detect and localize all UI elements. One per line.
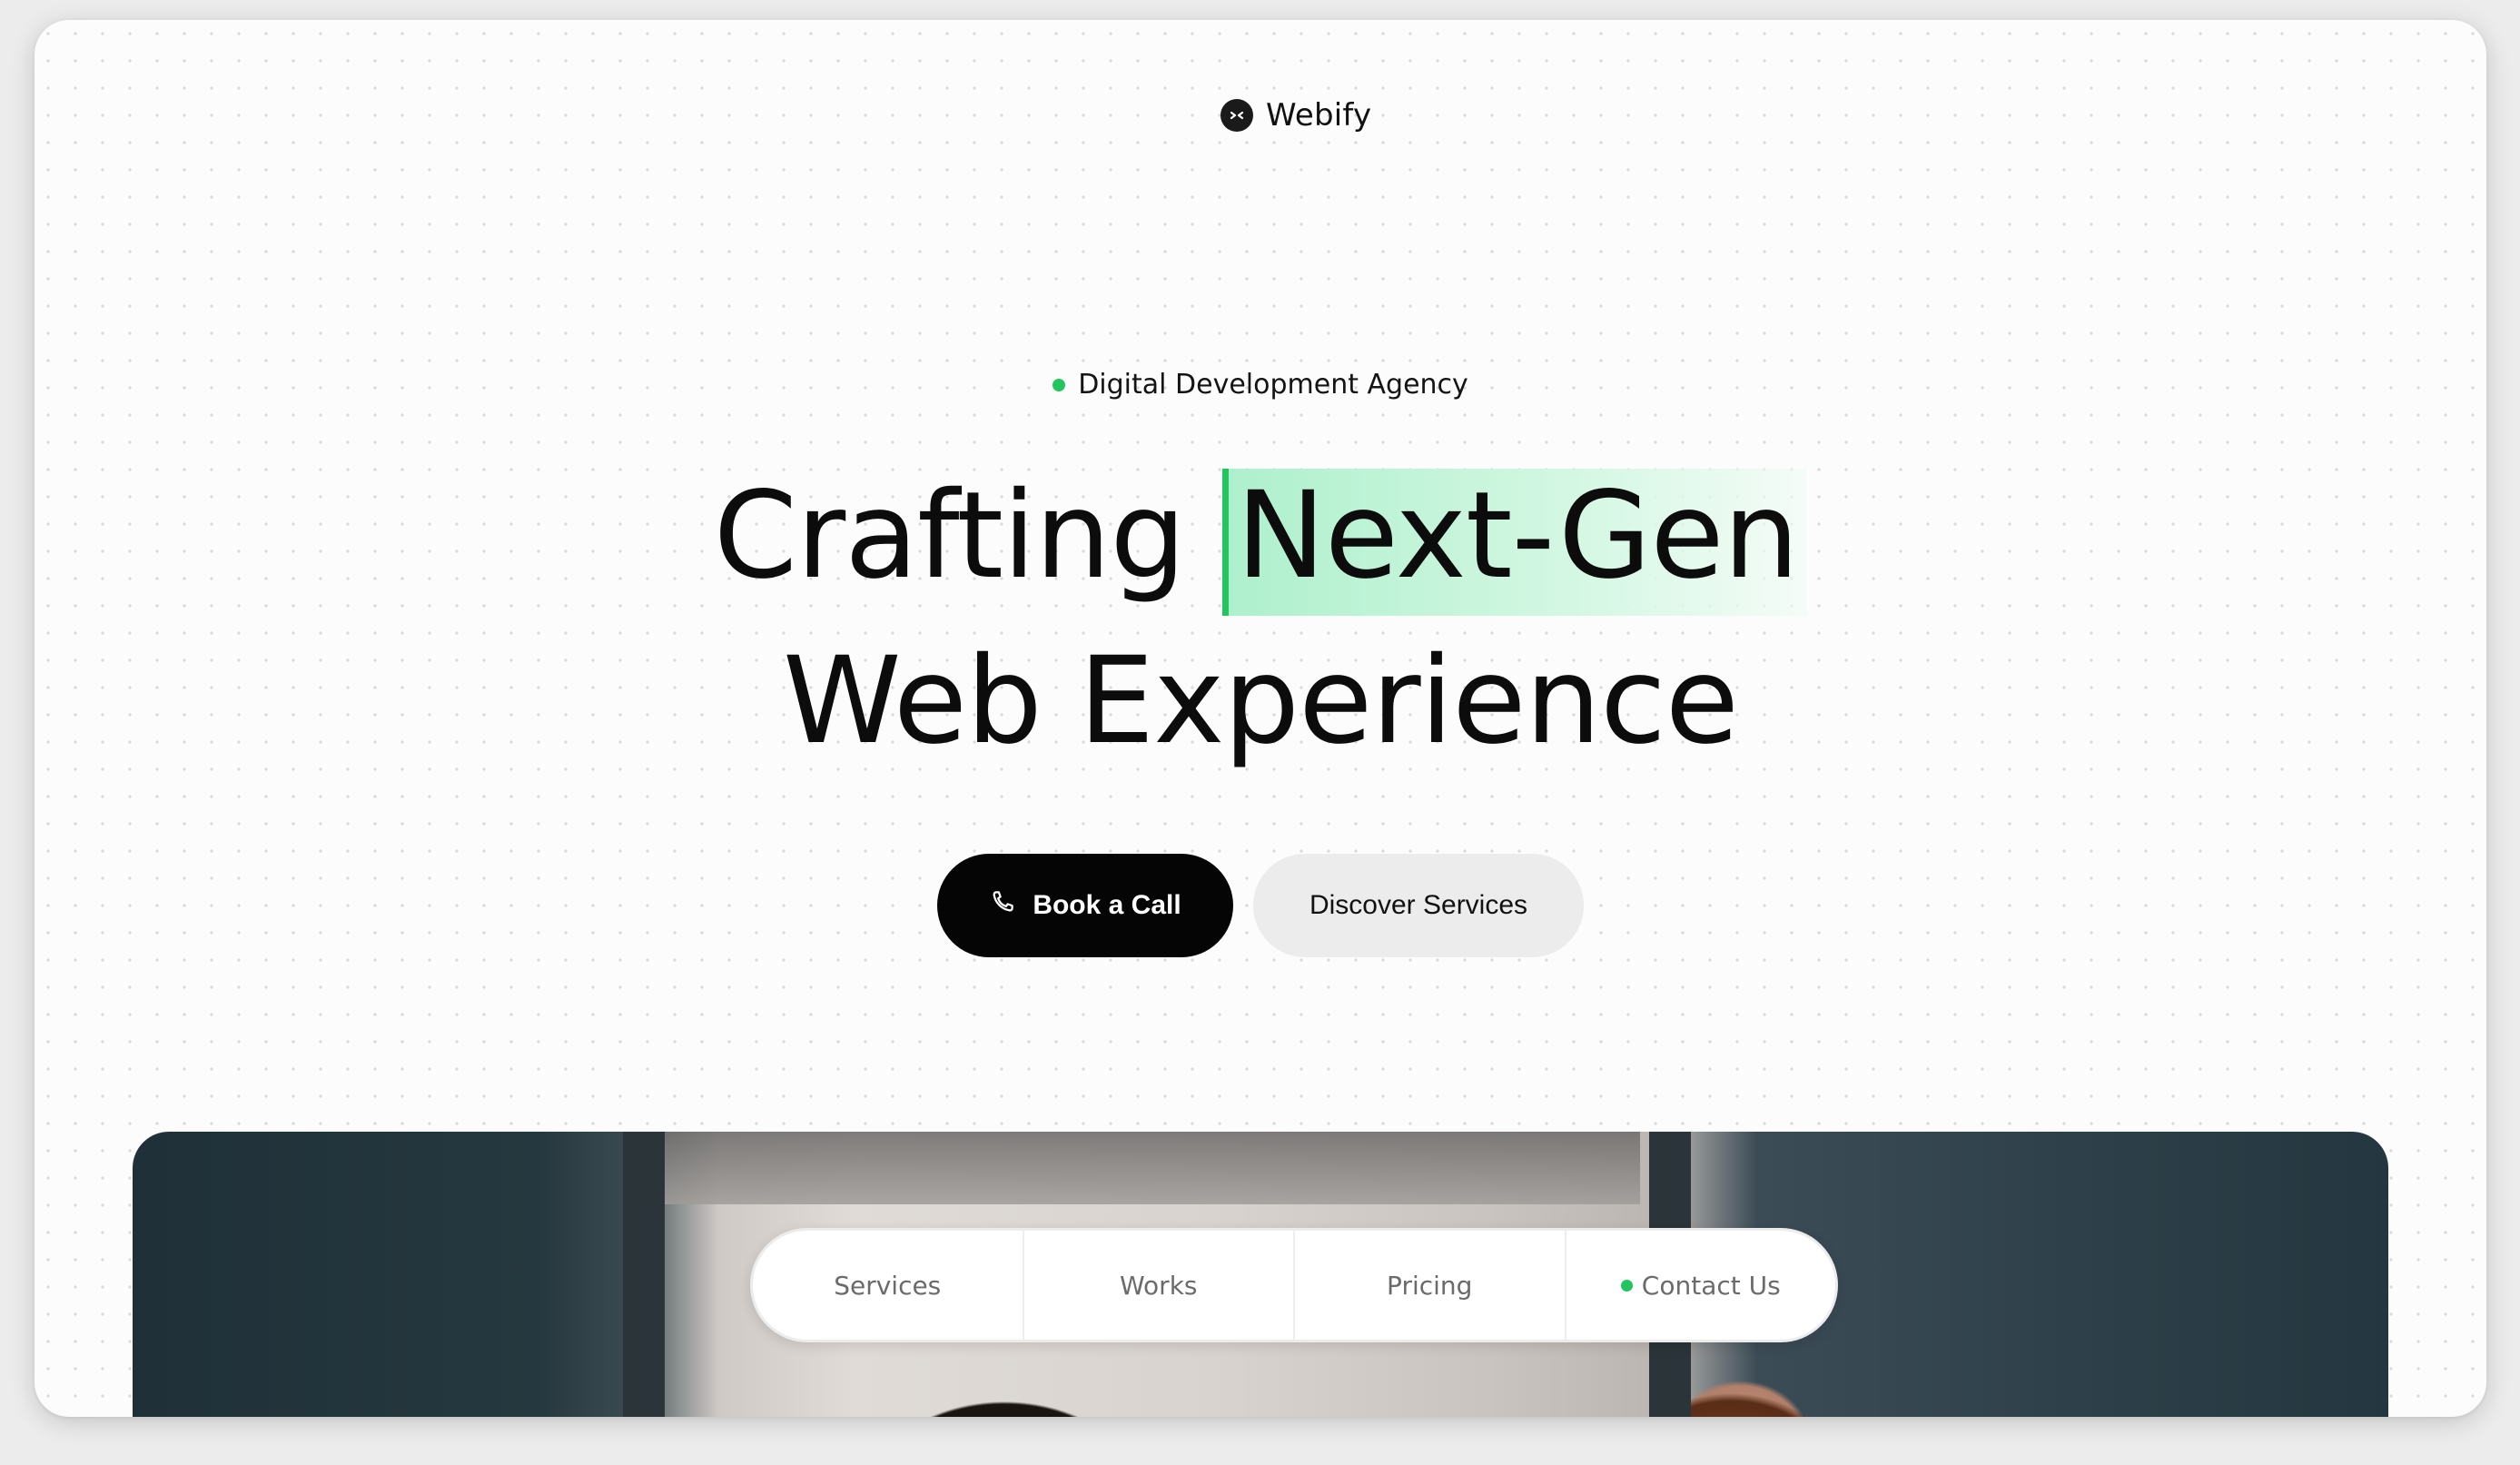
bottom-nav: Services Works Pricing Contact Us — [750, 1228, 1838, 1342]
nav-item-contact-us[interactable]: Contact Us — [1566, 1231, 1836, 1340]
online-dot-icon — [1620, 1279, 1633, 1292]
headline-part1: Crafting — [713, 466, 1186, 606]
headline-highlight: Next-Gen — [1222, 469, 1808, 616]
nav-item-label: Works — [1120, 1270, 1198, 1301]
brand-name: Webify — [1266, 97, 1372, 134]
eyebrow-text: Digital Development Agency — [1078, 369, 1468, 401]
hero-actions: Book a Call Discover Services — [35, 854, 2486, 957]
nav-item-services[interactable]: Services — [753, 1231, 1024, 1340]
nav-item-label: Pricing — [1387, 1270, 1473, 1301]
hero-headline-line1: Crafting Next-Gen — [35, 469, 2486, 616]
photo-pillar — [623, 1132, 665, 1417]
discover-services-button[interactable]: Discover Services — [1253, 854, 1584, 957]
nav-item-label: Services — [834, 1270, 942, 1301]
phone-icon — [989, 888, 1016, 923]
book-a-call-button[interactable]: Book a Call — [937, 854, 1233, 957]
webify-logo-icon — [1220, 99, 1253, 132]
nav-item-works[interactable]: Works — [1024, 1231, 1295, 1340]
book-a-call-label: Book a Call — [1033, 890, 1181, 920]
hero-headline-line2: Web Experience — [783, 631, 1739, 771]
page-frame: Webify Digital Development Agency Crafti… — [35, 20, 2486, 1417]
status-dot-icon — [1052, 378, 1066, 391]
photo-ceiling — [641, 1132, 1640, 1204]
nav-item-pricing[interactable]: Pricing — [1295, 1231, 1566, 1340]
hero-eyebrow: Digital Development Agency — [35, 369, 2486, 401]
brand-logo[interactable]: Webify — [1220, 97, 1371, 134]
nav-item-label: Contact Us — [1641, 1270, 1781, 1301]
